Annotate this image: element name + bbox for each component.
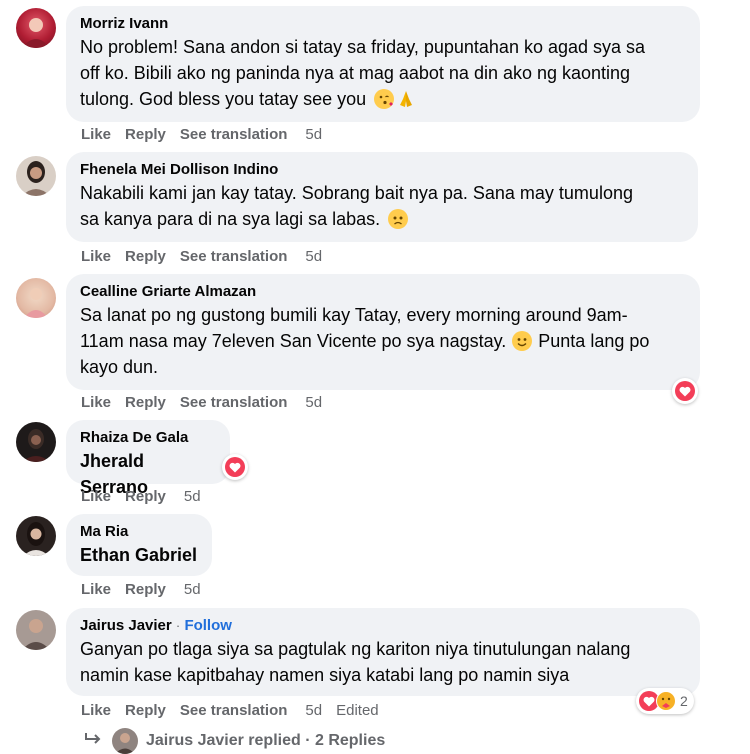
reply-button[interactable]: Reply	[125, 126, 166, 143]
comment-bubble: Fhenela Mei Dollison Indino Nakabili kam…	[66, 152, 698, 242]
comment-text-line: sa kanya para di na sya lagi sa labas.	[80, 209, 381, 229]
comment-text-line: Ganyan po tlaga siya sa pagtulak ng kari…	[80, 639, 631, 659]
comment-text-line-wrap: 11am nasa may 7eleven San Vicente po sya…	[80, 328, 686, 354]
view-replies-link[interactable]: Jairus Javier replied · 2 Replies	[84, 728, 385, 754]
follow-button[interactable]: Follow	[184, 617, 232, 634]
like-button[interactable]: Like	[81, 581, 111, 598]
care-face-icon	[656, 691, 676, 711]
like-button[interactable]: Like	[81, 126, 111, 143]
like-button[interactable]: Like	[81, 702, 111, 719]
avatar[interactable]	[16, 516, 56, 556]
love-heart-icon	[225, 457, 245, 477]
comment-bubble: Jairus Javier · Follow Ganyan po tlaga s…	[66, 608, 700, 696]
see-translation-button[interactable]: See translation	[180, 702, 288, 719]
comment-timestamp[interactable]: 5d	[305, 394, 322, 411]
comment-text-line: Sa lanat po ng gustong bumili kay Tatay,…	[80, 305, 628, 325]
reaction-count: 2	[680, 693, 688, 709]
comment-text-line: Punta lang po	[538, 331, 650, 351]
reaction-summary[interactable]: 2	[636, 688, 694, 714]
see-translation-button[interactable]: See translation	[180, 394, 288, 411]
comment-text-line: off ko. Bibili ako ng paninda nya at mag…	[80, 63, 631, 83]
avatar[interactable]	[16, 422, 56, 462]
replies-summary: Jairus Javier replied · 2 Replies	[146, 732, 386, 749]
reply-button[interactable]: Reply	[125, 702, 166, 719]
comment-bubble: Rhaiza De Gala Jherald Serrano	[66, 420, 230, 497]
avatar[interactable]	[16, 610, 56, 650]
reply-arrow-icon	[84, 732, 102, 751]
comment-timestamp[interactable]: 5d	[184, 488, 201, 505]
like-button[interactable]: Like	[81, 488, 111, 505]
see-translation-button[interactable]: See translation	[180, 126, 288, 143]
comment-text-line-wrap: tulong. God bless you tatay see you	[80, 86, 686, 116]
edited-label: Edited	[336, 702, 379, 719]
comment-author[interactable]: Cealline Griarte Almazan	[80, 282, 686, 302]
tagged-name[interactable]: Ethan Gabriel	[80, 545, 197, 565]
avatar[interactable]	[16, 156, 56, 196]
reply-button[interactable]: Reply	[125, 488, 166, 505]
frowning-face-icon	[388, 209, 409, 229]
comment-actions: Like Reply See translation 5d	[81, 248, 336, 265]
folded-hands-icon	[397, 89, 415, 116]
comment-author[interactable]: Fhenela Mei Dollison Indino	[80, 160, 684, 180]
comment-actions: Like Reply See translation 5d	[81, 126, 336, 143]
reply-button[interactable]: Reply	[125, 581, 166, 598]
comment-actions: Like Reply See translation 5d	[81, 394, 336, 411]
avatar	[112, 728, 138, 754]
comment-text-line: 11am nasa may 7eleven San Vicente po sya…	[80, 331, 507, 351]
comment-timestamp[interactable]: 5d	[305, 702, 322, 719]
comment-text-line: kayo dun.	[80, 357, 159, 377]
comment-actions: Like Reply 5d	[81, 581, 215, 598]
comment-text-line: Nakabili kami jan kay tatay. Sobrang bai…	[80, 183, 633, 203]
comment-text-line-wrap: sa kanya para di na sya lagi sa labas.	[80, 206, 684, 232]
comment-actions: Like Reply See translation 5d Edited	[81, 702, 393, 719]
comment-author[interactable]: Morriz Ivann	[80, 14, 686, 34]
reaction-summary[interactable]	[222, 454, 248, 480]
avatar[interactable]	[16, 8, 56, 48]
avatar[interactable]	[16, 278, 56, 318]
comment-text-line: No problem! Sana andon si tatay sa frida…	[80, 37, 646, 57]
comment-text-line: namin kase kapitbahay namen siya katabi …	[80, 665, 570, 685]
kissing-face-icon	[374, 89, 395, 109]
love-heart-icon	[675, 381, 695, 401]
comment-timestamp[interactable]: 5d	[305, 126, 322, 143]
reply-button[interactable]: Reply	[125, 394, 166, 411]
comment-bubble: Cealline Griarte Almazan Sa lanat po ng …	[66, 274, 700, 390]
comment-author-row: Jairus Javier · Follow	[80, 616, 686, 636]
reaction-summary[interactable]	[672, 378, 698, 404]
reply-button[interactable]: Reply	[125, 248, 166, 265]
like-button[interactable]: Like	[81, 248, 111, 265]
like-button[interactable]: Like	[81, 394, 111, 411]
separator-dot: ·	[175, 618, 181, 633]
comment-timestamp[interactable]: 5d	[184, 581, 201, 598]
comment-timestamp[interactable]: 5d	[305, 248, 322, 265]
comment-author[interactable]: Ma Ria	[80, 522, 198, 542]
comment-bubble: Ma Ria Ethan Gabriel	[66, 514, 212, 576]
comment-bubble: Morriz Ivann No problem! Sana andon si t…	[66, 6, 700, 122]
comment-author[interactable]: Jairus Javier	[80, 617, 172, 634]
comment-actions: Like Reply 5d	[81, 488, 215, 505]
comment-author[interactable]: Rhaiza De Gala	[80, 428, 216, 448]
smiling-face-icon	[512, 331, 533, 351]
comment-text-line: tulong. God bless you tatay see you	[80, 89, 367, 109]
see-translation-button[interactable]: See translation	[180, 248, 288, 265]
